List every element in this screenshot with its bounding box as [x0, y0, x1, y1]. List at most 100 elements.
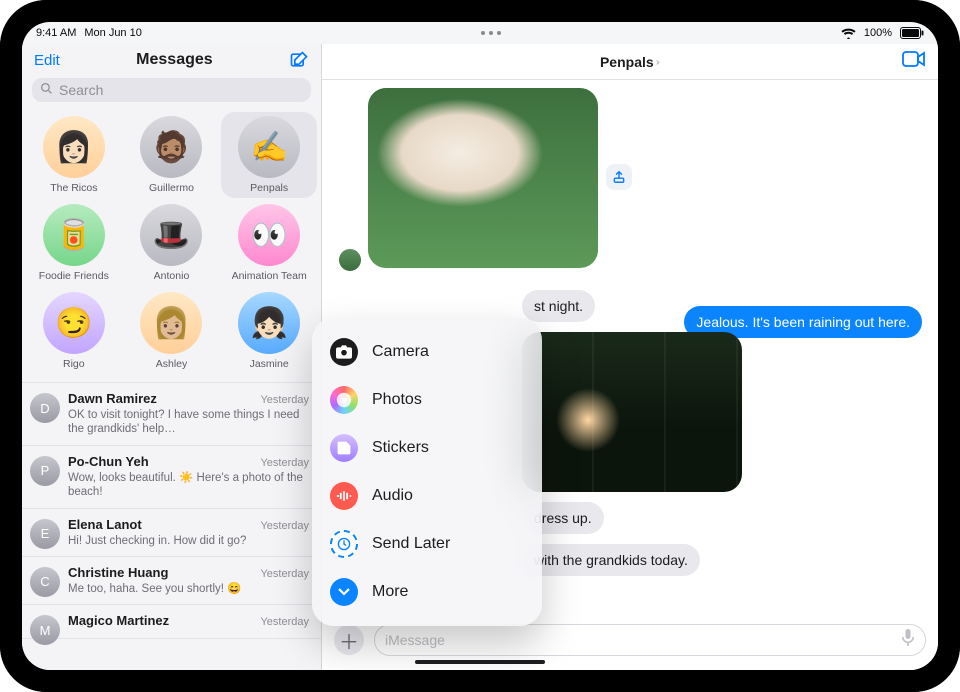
pinned-conversation[interactable]: ✍️ Penpals	[221, 112, 317, 198]
popover-item-photos[interactable]: Photos	[318, 376, 536, 424]
popover-label: Camera	[372, 343, 429, 361]
dictate-icon[interactable]	[901, 629, 915, 652]
more-icon	[330, 578, 358, 606]
conversation-name: Elena Lanot	[68, 517, 142, 532]
avatar: 👧🏻	[238, 292, 300, 354]
pinned-conversation[interactable]: 😏 Rigo	[26, 288, 122, 374]
conversation-preview: Hi! Just checking in. How did it go?	[68, 534, 309, 548]
popover-item-stickers[interactable]: Stickers	[318, 424, 536, 472]
pinned-conversation[interactable]: 👩🏻 The Ricos	[26, 112, 122, 198]
incoming-message-partial[interactable]: st night.	[522, 290, 595, 322]
popover-label: Send Later	[372, 535, 450, 553]
pinned-label: Antonio	[154, 270, 190, 282]
message-placeholder: iMessage	[385, 632, 445, 648]
pinned-label: Rigo	[63, 358, 85, 370]
avatar: 🎩	[140, 204, 202, 266]
edit-button[interactable]: Edit	[34, 52, 60, 69]
avatar: D	[30, 393, 60, 423]
conversation-preview: Me too, haha. See you shortly! 😄	[68, 582, 309, 596]
compose-button[interactable]	[289, 50, 309, 70]
avatar: 😏	[43, 292, 105, 354]
pinned-label: Guillermo	[149, 182, 194, 194]
popover-item-camera[interactable]: Camera	[318, 328, 536, 376]
conversation-time: Yesterday	[260, 520, 309, 532]
conversation-name: Christine Huang	[68, 565, 168, 580]
send-later-icon	[330, 530, 358, 558]
battery-icon	[900, 27, 924, 39]
search-icon	[40, 82, 53, 98]
conversation-row[interactable]: PPo-Chun YehYesterdayWow, looks beautifu…	[22, 446, 321, 509]
pinned-label: Foodie Friends	[39, 270, 109, 282]
popover-label: Stickers	[372, 439, 429, 457]
pinned-conversation[interactable]: 👀 Animation Team	[221, 200, 317, 286]
avatar: 👩🏻	[43, 116, 105, 178]
status-date: Mon Jun 10	[84, 27, 141, 39]
battery-percent: 100%	[864, 27, 892, 39]
conversation-time: Yesterday	[260, 568, 309, 580]
wifi-icon	[841, 28, 856, 39]
popover-label: More	[372, 583, 408, 601]
pinned-conversation[interactable]: 👧🏻 Jasmine	[221, 288, 317, 374]
conversation-row[interactable]: MMagico MartinezYesterday	[22, 605, 321, 639]
popover-label: Photos	[372, 391, 422, 409]
received-image[interactable]	[368, 88, 598, 268]
conversation-time: Yesterday	[260, 616, 309, 628]
pinned-label: The Ricos	[50, 182, 97, 194]
incoming-message-partial[interactable]: with the grandkids today.	[522, 544, 700, 576]
status-time: 9:41 AM	[36, 27, 76, 39]
message-input[interactable]: iMessage	[374, 624, 926, 656]
status-bar: 9:41 AM Mon Jun 10 100%	[22, 22, 938, 44]
pinned-conversation[interactable]: 🧔🏽 Guillermo	[124, 112, 220, 198]
avatar: C	[30, 567, 60, 597]
chevron-right-icon: ›	[656, 56, 660, 68]
conversation-row[interactable]: C Christine Huang Yesterday Me too, haha. S…	[22, 557, 321, 605]
pinned-grid: 👩🏻 The Ricos 🧔🏽 Guillermo ✍️ Penpals 🥫 Foodie F…	[22, 108, 321, 382]
home-indicator[interactable]	[415, 660, 545, 664]
avatar: 👀	[238, 204, 300, 266]
multitask-dots[interactable]	[481, 31, 501, 35]
image-action-button[interactable]	[606, 164, 632, 190]
conversation-name: Magico Martinez	[68, 613, 169, 628]
received-image-2[interactable]	[522, 332, 742, 492]
popover-item-audio[interactable]: Audio	[318, 472, 536, 520]
sidebar: Edit Messages Search 👩🏻The Ricos🧔🏽Guille	[22, 44, 322, 670]
search-field[interactable]: Search	[32, 78, 311, 102]
avatar: 🧔🏽	[140, 116, 202, 178]
conversation-preview: OK to visit tonight? I have some things …	[68, 408, 309, 437]
avatar: P	[30, 456, 60, 486]
photos-icon	[330, 386, 358, 414]
sidebar-title: Messages	[136, 51, 213, 69]
ipad-frame: 9:41 AM Mon Jun 10 100% Edit Messages	[0, 0, 960, 692]
attachments-popover: Camera Photos Stickers Audio Send Later More	[312, 318, 542, 626]
conversation-header[interactable]: Penpals ›	[322, 44, 938, 80]
popover-item-more[interactable]: More	[318, 568, 536, 616]
screen: 9:41 AM Mon Jun 10 100% Edit Messages	[22, 22, 938, 670]
pinned-conversation[interactable]: 🎩 Antonio	[124, 200, 220, 286]
conversation-list[interactable]: D Dawn Ramirez Yesterday OK to visit tonigh…	[22, 382, 321, 670]
avatar: M	[30, 615, 60, 645]
sender-avatar[interactable]	[338, 248, 362, 272]
conversation-row[interactable]: D Dawn Ramirez Yesterday OK to visit tonigh…	[22, 383, 321, 446]
conversation-row[interactable]: E Elena Lanot Yesterday Hi! Just checking i…	[22, 509, 321, 557]
conversation-time: Yesterday	[260, 394, 309, 406]
attachments-button[interactable]: ＋	[334, 625, 364, 655]
audio-icon	[330, 482, 358, 510]
pinned-label: Penpals	[250, 182, 288, 194]
facetime-button[interactable]	[902, 50, 926, 73]
stickers-icon	[330, 434, 358, 462]
avatar: ✍️	[238, 116, 300, 178]
avatar: 👩🏼	[140, 292, 202, 354]
conversation-name: Dawn Ramirez	[68, 391, 157, 406]
pinned-conversation[interactable]: 👩🏼 Ashley	[124, 288, 220, 374]
conversation-time: Yesterday	[260, 457, 309, 469]
pinned-label: Ashley	[156, 358, 188, 370]
search-placeholder: Search	[59, 82, 103, 98]
avatar: E	[30, 519, 60, 549]
avatar: 🥫	[43, 204, 105, 266]
pinned-label: Jasmine	[250, 358, 289, 370]
pinned-label: Animation Team	[232, 270, 307, 282]
popover-item-send-later[interactable]: Send Later	[318, 520, 536, 568]
conversation-title: Penpals	[600, 54, 654, 70]
pinned-conversation[interactable]: 🥫 Foodie Friends	[26, 200, 122, 286]
conversation-name: Po-Chun Yeh	[68, 454, 149, 469]
